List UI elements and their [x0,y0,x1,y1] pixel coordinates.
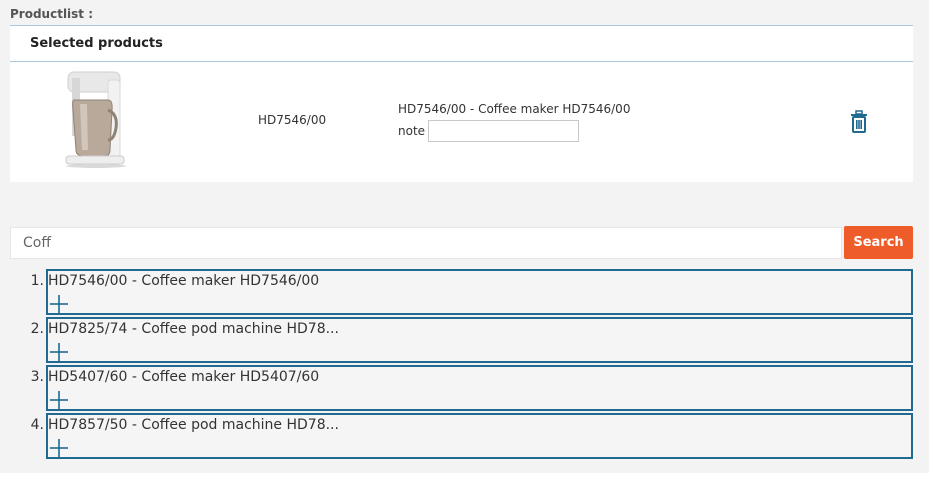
note-input[interactable] [428,120,580,142]
product-description: HD7546/00 - Coffee maker HD7546/00 [398,102,631,116]
trash-icon [851,110,867,133]
list-item: 2. HD7825/74 - Coffee pod machine HD78..… [10,317,913,365]
product-code: HD7546/00 [258,113,327,127]
result-title: HD7825/74 - Coffee pod machine HD78... [48,321,339,337]
result-entry[interactable]: HD7857/50 - Coffee pod machine HD78... [46,413,913,459]
plus-icon[interactable] [50,439,68,457]
result-title: HD7546/00 - Coffee maker HD7546/00 [48,273,320,289]
result-entry[interactable]: HD5407/60 - Coffee maker HD5407/60 [46,365,913,411]
delete-product-button[interactable] [848,110,870,134]
coffee-maker-image [65,71,126,168]
result-title: HD7857/50 - Coffee pod machine HD78... [48,417,339,433]
plus-icon[interactable] [50,343,68,361]
note-label: note [398,124,426,138]
search-input[interactable] [10,227,842,259]
result-number: 1. [30,273,44,289]
result-number: 4. [30,417,44,433]
selected-product-row: HD7546/00 HD7546/00 - Coffee maker HD754… [10,62,913,181]
plus-icon[interactable] [50,391,68,409]
search-button[interactable]: Search [844,226,913,259]
note-row: note [398,120,580,142]
list-item: 1. HD7546/00 - Coffee maker HD7546/00 [10,269,913,317]
list-item: 4. HD7857/50 - Coffee pod machine HD78..… [10,413,913,461]
search-results: 1. HD7546/00 - Coffee maker HD7546/00 2.… [10,269,913,461]
list-item: 3. HD5407/60 - Coffee maker HD5407/60 [10,365,913,413]
productlist-label: Productlist : [10,7,94,21]
result-entry[interactable]: HD7546/00 - Coffee maker HD7546/00 [46,269,913,315]
result-number: 2. [30,321,44,337]
result-number: 3. [30,369,44,385]
selected-products-header: Selected products [10,26,913,62]
selected-products-panel: Selected products HD7546/00 HD7546/00 - … [10,26,913,182]
plus-icon[interactable] [50,295,68,313]
bottom-strip [0,473,929,482]
result-title: HD5407/60 - Coffee maker HD5407/60 [48,369,320,385]
result-entry[interactable]: HD7825/74 - Coffee pod machine HD78... [46,317,913,363]
